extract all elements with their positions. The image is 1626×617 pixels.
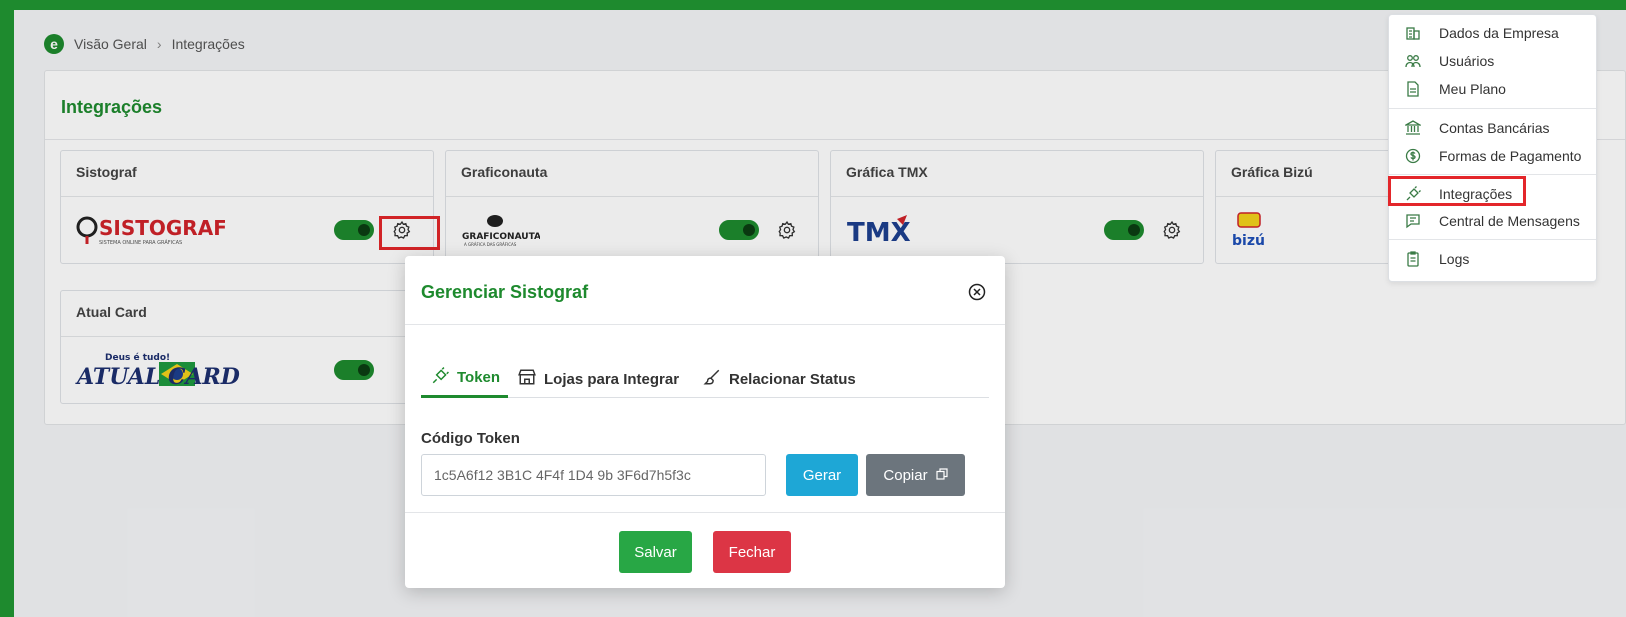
- plug-icon: [431, 366, 449, 389]
- save-button-label: Salvar: [634, 543, 677, 561]
- tab-lojas-para-integrar[interactable]: Lojas para Integrar: [518, 360, 679, 398]
- bank-icon: [1403, 120, 1423, 136]
- manage-sistograf-modal: Gerenciar Sistograf Token Lojas para Int…: [405, 256, 1005, 588]
- save-button[interactable]: Salvar: [619, 531, 692, 573]
- highlight-integracoes-box: [1388, 176, 1526, 206]
- menu-item-logs[interactable]: Logs: [1389, 247, 1596, 271]
- generate-button-label: Gerar: [802, 466, 842, 484]
- copy-button[interactable]: Copiar: [866, 454, 965, 496]
- tab-relacionar-status[interactable]: Relacionar Status: [703, 360, 856, 398]
- menu-item-usuarios[interactable]: Usuários: [1389, 49, 1596, 73]
- token-input[interactable]: [421, 454, 766, 496]
- users-icon: [1403, 53, 1423, 69]
- generate-button[interactable]: Gerar: [786, 454, 858, 496]
- settings-dropdown-menu: Dados da Empresa Usuários Meu Plano Cont…: [1388, 14, 1597, 282]
- menu-item-label: Central de Mensagens: [1439, 213, 1580, 229]
- left-sidebar-strip: [0, 0, 14, 617]
- tab-label: Relacionar Status: [729, 370, 856, 388]
- brush-icon: [703, 368, 721, 390]
- copy-icon: [935, 467, 948, 484]
- menu-item-dados-empresa[interactable]: Dados da Empresa: [1389, 21, 1596, 45]
- document-icon: [1403, 81, 1423, 97]
- menu-item-meu-plano[interactable]: Meu Plano: [1389, 77, 1596, 101]
- menu-item-central-mensagens[interactable]: Central de Mensagens: [1389, 209, 1596, 233]
- token-label: Código Token: [421, 430, 520, 447]
- modal-title: Gerenciar Sistograf: [421, 282, 589, 302]
- top-bar: [0, 0, 1626, 10]
- message-icon: [1403, 213, 1423, 229]
- menu-item-label: Contas Bancárias: [1439, 120, 1550, 136]
- tab-label: Token: [457, 369, 501, 386]
- menu-divider: [1389, 239, 1596, 240]
- close-button[interactable]: Fechar: [713, 531, 791, 573]
- tab-label: Lojas para Integrar: [544, 370, 680, 388]
- copy-button-label: Copiar: [883, 466, 928, 484]
- menu-divider: [1389, 108, 1596, 109]
- menu-item-formas-pagamento[interactable]: Formas de Pagamento: [1389, 144, 1596, 168]
- divider: [405, 324, 1005, 325]
- tab-token[interactable]: Token: [421, 360, 508, 398]
- menu-item-label: Formas de Pagamento: [1439, 148, 1582, 164]
- menu-item-contas-bancarias[interactable]: Contas Bancárias: [1389, 116, 1596, 140]
- menu-item-label: Logs: [1439, 251, 1470, 267]
- building-icon: [1403, 25, 1423, 41]
- menu-item-label: Dados da Empresa: [1439, 25, 1559, 41]
- menu-divider: [1389, 174, 1596, 175]
- menu-item-label: Meu Plano: [1439, 81, 1506, 97]
- modal-tabs: Token Lojas para Integrar Relacionar Sta…: [421, 360, 989, 398]
- store-icon: [518, 368, 536, 390]
- close-button-label: Fechar: [728, 543, 776, 561]
- divider: [405, 512, 1005, 513]
- menu-item-label: Usuários: [1439, 53, 1495, 69]
- dollar-circle-icon: [1403, 148, 1423, 164]
- close-icon[interactable]: [968, 283, 986, 301]
- clipboard-icon: [1403, 251, 1423, 267]
